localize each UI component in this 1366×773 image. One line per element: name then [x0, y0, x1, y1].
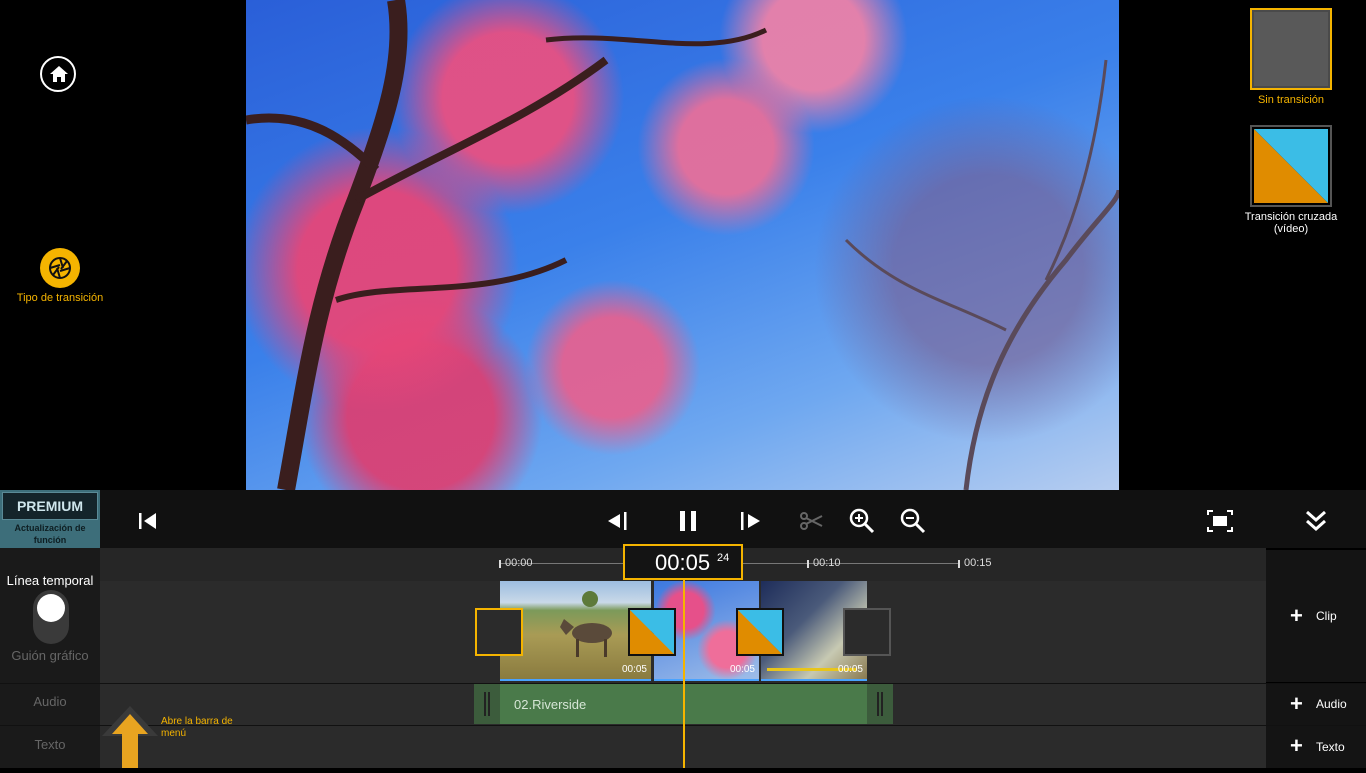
pause-icon [680, 511, 696, 531]
playhead[interactable] [683, 578, 685, 768]
timeline-mode-label: Línea temporal [6, 573, 94, 588]
add-clip-button[interactable]: + Clip [1266, 550, 1366, 682]
playback-toolbar [100, 490, 1366, 548]
ruler-tick-label: 00:10 [813, 557, 841, 569]
premium-title: PREMIUM [2, 492, 98, 520]
pause-button[interactable] [673, 506, 703, 536]
home-button[interactable] [40, 56, 76, 92]
fullscreen-button[interactable] [1205, 506, 1235, 536]
collapse-button[interactable] [1301, 506, 1331, 536]
audio-trim-handle-left[interactable] [474, 684, 500, 724]
next-frame-button[interactable] [736, 506, 766, 536]
toggle-knob [37, 594, 65, 622]
timecode-time: 00:05 [655, 550, 711, 575]
ruler-mark [807, 560, 809, 568]
step-back-icon [608, 512, 627, 530]
current-timecode: 00:05 24 [623, 544, 743, 580]
timecode-frame: 24 [717, 552, 730, 564]
arrow-up-icon [102, 706, 158, 768]
plus-icon: + [1290, 603, 1303, 628]
open-menu-button[interactable] [102, 706, 158, 768]
audio-clip-name: 02.Riverside [514, 697, 587, 712]
transition-option-crossfade[interactable]: Transición cruzada (vídeo) [1235, 125, 1347, 235]
crossfade-transition-slot[interactable] [628, 608, 676, 656]
go-to-start-button[interactable] [133, 506, 163, 536]
ruler-tick-label: 00:15 [964, 557, 992, 569]
add-text-button[interactable]: + Texto [1266, 726, 1366, 768]
audio-trim-handle-right[interactable] [867, 684, 893, 724]
premium-upgrade-button[interactable]: PREMIUM Actualización de función [0, 490, 100, 548]
transition-type-label: Tipo de transición [16, 292, 104, 304]
no-transition-label: Sin transición [1257, 94, 1325, 106]
add-audio-label: Audio [1316, 697, 1347, 711]
step-forward-icon [741, 512, 760, 530]
preview-branches [246, 0, 1119, 490]
text-track-label: Texto [34, 737, 66, 752]
audio-track-label: Audio [33, 694, 67, 709]
ruler-tick-label: 00:00 [505, 557, 533, 569]
video-preview[interactable] [246, 0, 1119, 490]
crossfade-icon [630, 610, 674, 654]
zoom-out-icon [900, 508, 926, 534]
end-transition-slot[interactable] [843, 608, 891, 656]
previous-frame-button[interactable] [603, 506, 633, 536]
crossfade-thumbnail [1250, 125, 1332, 207]
crossfade-icon [738, 610, 782, 654]
double-chevron-down-icon [1306, 510, 1326, 532]
fullscreen-icon [1207, 510, 1233, 532]
zoom-out-button[interactable] [898, 506, 928, 536]
add-audio-button[interactable]: + Audio [1266, 684, 1366, 725]
clip-duration: 00:05 [837, 664, 863, 675]
storyboard-mode-label: Guión gráfico [11, 648, 89, 663]
add-text-label: Texto [1316, 740, 1345, 754]
ruler-mark [499, 560, 501, 568]
zoom-in-icon [849, 508, 875, 534]
open-menu-hint: Abre la barra de menú [161, 716, 233, 739]
plus-icon: + [1290, 733, 1303, 758]
add-clip-label: Clip [1316, 609, 1337, 623]
aperture-icon [40, 248, 80, 288]
premium-subtitle: Actualización de función [14, 523, 86, 545]
scissors-icon [800, 512, 823, 530]
transition-option-none[interactable]: Sin transición [1248, 8, 1334, 106]
crossfade-transition-slot[interactable] [736, 608, 784, 656]
zoom-in-button[interactable] [847, 506, 877, 536]
split-button[interactable] [796, 506, 826, 536]
no-transition-thumbnail [1250, 8, 1332, 90]
skip-start-icon [139, 513, 156, 529]
view-mode-toggle[interactable] [33, 590, 69, 644]
transition-type-button[interactable]: Tipo de transición [8, 248, 112, 304]
clip-duration: 00:05 [729, 664, 755, 675]
start-transition-slot[interactable] [475, 608, 523, 656]
clip-duration: 00:05 [621, 664, 647, 675]
plus-icon: + [1290, 691, 1303, 716]
home-icon [50, 66, 68, 82]
crossfade-label: Transición cruzada (vídeo) [1244, 211, 1338, 235]
ruler-mark [958, 560, 960, 568]
